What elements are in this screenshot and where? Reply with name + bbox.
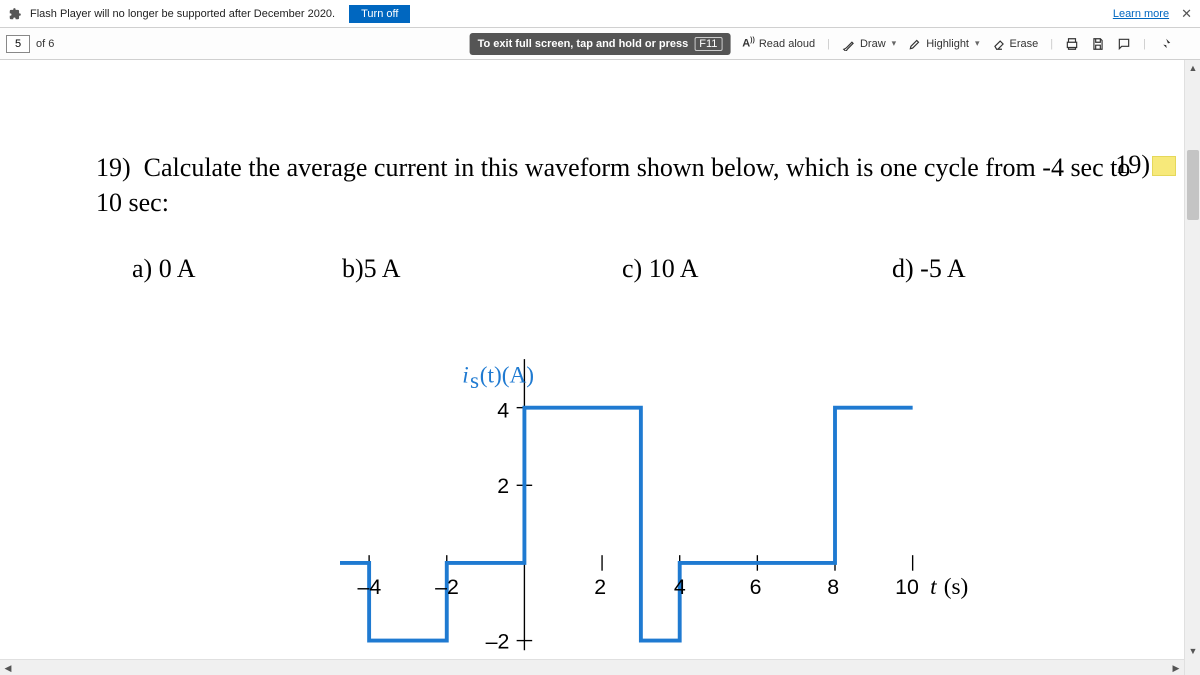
toolbar-right: | A)) Read aloud | Draw ▾ Highlight ▾ Er… [649,37,1200,51]
chevron-down-icon: ▾ [892,38,897,49]
save-icon[interactable] [1091,37,1105,51]
scroll-thumb[interactable] [1187,150,1199,220]
draw-label: Draw [860,38,886,50]
svg-text:t: t [930,574,937,600]
pdf-toolbar: of 6 To exit full screen, tap and hold o… [0,28,1200,60]
fullscreen-key: F11 [694,37,722,51]
learn-more-link[interactable]: Learn more [1113,8,1169,20]
chevron-down-icon: ▾ [975,38,980,49]
waveform-plot: i s (t)(A) 4 2 –2 –4 –2 2 4 6 8 10 t (s) [330,330,1010,660]
xtick-2: 2 [594,575,606,599]
ytick-2: 2 [497,474,509,498]
pin-icon[interactable] [1158,37,1172,51]
xtick-m2: –2 [435,575,459,599]
page-number-input[interactable] [6,35,30,53]
vertical-scrollbar[interactable]: ▲ ▼ [1184,60,1200,675]
answer-highlight [1152,156,1176,176]
fullscreen-hint-text: To exit full screen, tap and hold or pre… [478,38,689,50]
scroll-left-icon[interactable]: ◀ [0,660,16,675]
close-icon[interactable]: ✕ [1181,6,1192,22]
highlight-button[interactable]: Highlight ▾ [908,37,979,51]
xtick-4: 4 [674,575,686,599]
choice-b: b)5 A [342,254,622,284]
scroll-right-icon[interactable]: ▶ [1168,660,1184,675]
choice-a: a) 0 A [132,254,342,284]
xtick-10: 10 [895,575,919,599]
question-body: Calculate the average current in this wa… [96,153,1130,217]
choice-d: d) -5 A [892,254,966,284]
turn-off-button[interactable]: Turn off [349,5,410,23]
xtick-8: 8 [827,575,839,599]
ytick-m2: –2 [486,629,510,653]
erase-label: Erase [1010,38,1039,50]
flash-message: Flash Player will no longer be supported… [30,8,335,20]
svg-text:s: s [470,368,479,394]
svg-text:(s): (s) [944,574,969,600]
highlight-label: Highlight [926,38,969,50]
print-icon[interactable] [1065,37,1079,51]
read-aloud-button[interactable]: A)) Read aloud [742,37,815,50]
answer-choices: a) 0 A b)5 A c) 10 A d) -5 A [96,254,1140,284]
toolbar-separator: | [1050,38,1053,50]
toolbar-separator: | [1143,38,1146,50]
read-aloud-label: Read aloud [759,38,815,50]
question-text: 19) Calculate the average current in thi… [96,150,1140,220]
draw-button[interactable]: Draw ▾ [842,37,896,51]
toolbar-separator: | [827,38,830,50]
puzzle-icon [8,7,22,21]
document-canvas: 19) Calculate the average current in thi… [0,60,1200,675]
annotate-icon[interactable] [1117,37,1131,51]
fullscreen-hint: To exit full screen, tap and hold or pre… [470,33,731,55]
erase-button[interactable]: Erase [992,37,1039,51]
scroll-down-icon[interactable]: ▼ [1185,643,1200,659]
xtick-m4: –4 [357,575,381,599]
page-count-label: of 6 [36,38,54,50]
scroll-up-icon[interactable]: ▲ [1185,60,1200,76]
horizontal-scrollbar[interactable]: ◀ ▶ [0,659,1184,675]
svg-text:i: i [462,362,468,388]
ytick-4: 4 [497,398,509,422]
choice-c: c) 10 A [622,254,892,284]
y-axis-label: (t)(A) [480,362,534,388]
question-block: 19) Calculate the average current in thi… [96,150,1140,284]
flash-notification-bar: Flash Player will no longer be supported… [0,0,1200,28]
xtick-6: 6 [750,575,762,599]
question-number-right: 19) [1115,150,1150,180]
question-number: 19) [96,153,131,182]
